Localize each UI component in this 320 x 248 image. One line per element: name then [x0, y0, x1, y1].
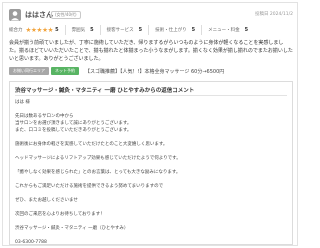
rating-technique: 技術・仕上がり 5: [155, 25, 203, 35]
rating-label: 技術・仕上がり: [155, 28, 187, 33]
rating-value: 5: [244, 27, 249, 33]
tag-visit-area: お揃い同行エリア: [9, 67, 49, 75]
rating-label: 雰囲気: [71, 28, 86, 33]
rating-overall: 総合力 ★★★★★ 5: [9, 25, 66, 35]
reply-line: また、口コミを投稿していただきありがとうございます。: [15, 128, 132, 133]
reply-line: はは 様: [15, 100, 30, 105]
rating-price: メニュー・料金 5: [208, 25, 254, 35]
rating-label: 総合力: [9, 28, 23, 33]
reviewer-demographic-badge: (女性/40代): [51, 11, 81, 19]
reply-title: 渋谷マッサージ・鍼灸・マタニティ 一磨 ひとやすみからの返信コメント: [15, 88, 195, 94]
reply-line: [15, 148, 287, 155]
user-avatar-icon: [9, 9, 21, 21]
rating-atmosphere: 雰囲気 5: [72, 25, 101, 35]
reply-line: [15, 134, 287, 141]
reply-line: 「癒やしなく効果を感じられた」とのお言葉は、とっても大きな励みになります。: [15, 170, 181, 175]
review-body: 会員が揃う前頑ていましたが、丁寧に施術していただき、帰りまするがらいつものように…: [9, 40, 293, 62]
reply-line: [15, 106, 287, 113]
tag-net-reservation: ネット予約: [51, 67, 79, 75]
menu-coupon-link[interactable]: 【スゴ職推薦】【人気！!】本格全身マッサージ 60分→6500円: [85, 68, 224, 75]
reply-line: 先日は数あるサロンの中から: [15, 114, 74, 119]
divider: [15, 95, 287, 96]
rating-label: 接客サービス: [106, 28, 134, 33]
reply-line: 次回のご来店を心よりお待ちしております！: [15, 212, 105, 217]
reply-line: ヘッドマッサージによるリフトアップ効果も感じていただけたようで何よりです。: [15, 156, 181, 161]
reply-line: 渋谷マッサージ・鍼灸・マタニティ 一磨（ひとやすみ）: [15, 226, 129, 231]
reply-line: これからもご満足いただける施術を提供できるよう努めてまいりますので: [15, 184, 164, 189]
reply-line: [15, 232, 287, 239]
review-card: ははさん (女性/40代) 投稿日 2024/11/2 総合力 ★★★★★ 5 …: [2, 2, 298, 246]
review-header: ははさん (女性/40代) 投稿日 2024/11/2: [9, 9, 293, 21]
reply-line: [15, 176, 287, 183]
post-date: 投稿日 2024/11/2: [254, 12, 293, 17]
reply-line: [15, 204, 287, 211]
reply-line: 当サロンをお選び頂きまして誠にありがとうございます。: [15, 121, 132, 126]
reply-line: [15, 218, 287, 225]
reply-line: ぜひ、またお越しくださいませ: [15, 198, 78, 203]
reply-line: 施術後にお身体の軽さを実感していただけたとのこと大変嬉しく思います。: [15, 142, 168, 147]
rating-value: 5: [55, 27, 59, 33]
star-rating-icon: ★★★★★: [25, 26, 54, 34]
salon-reply-box: 渋谷マッサージ・鍼灸・マタニティ 一磨 ひとやすみからの返信コメント はは 様 …: [9, 81, 293, 245]
rating-bar: 総合力 ★★★★★ 5 雰囲気 5 接客サービス 5 技術・仕上がり 5 メニュ…: [9, 25, 293, 35]
rating-value: 5: [191, 27, 196, 33]
reply-line: 03-6300-7788: [15, 240, 47, 245]
review-tags: お揃い同行エリア ネット予約 【スゴ職推薦】【人気！!】本格全身マッサージ 60…: [9, 66, 293, 76]
rating-service: 接客サービス 5: [106, 25, 150, 35]
reply-line: [15, 190, 287, 197]
reply-line: [15, 162, 287, 169]
reviewer-name[interactable]: ははさん: [25, 9, 53, 21]
reply-body: はは 様 先日は数あるサロンの中から 当サロンをお選び頂きまして誠にありがとうご…: [15, 99, 287, 246]
rating-label: メニュー・料金: [208, 28, 240, 33]
rating-value: 5: [90, 27, 94, 33]
rating-value: 5: [138, 27, 143, 33]
